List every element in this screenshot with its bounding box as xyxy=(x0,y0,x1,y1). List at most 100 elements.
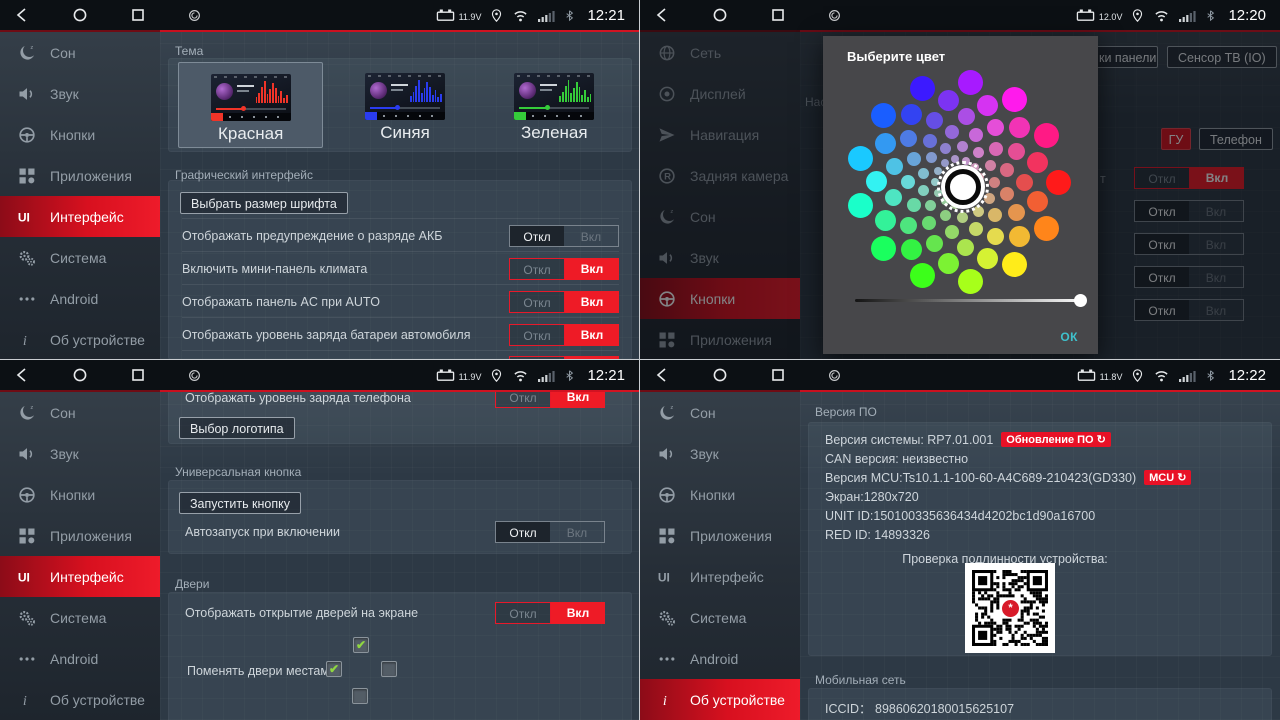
color-dot[interactable] xyxy=(901,175,915,189)
sidebar-item-system[interactable]: Система xyxy=(0,237,160,278)
color-dot[interactable] xyxy=(926,152,937,163)
color-dot[interactable] xyxy=(886,158,903,175)
color-dot[interactable] xyxy=(938,90,959,111)
color-dot[interactable] xyxy=(900,130,917,147)
sidebar-item-wheel[interactable]: Кнопки xyxy=(0,474,160,515)
color-dot[interactable] xyxy=(931,178,939,186)
home-icon[interactable] xyxy=(712,367,728,383)
color-dot[interactable] xyxy=(940,210,951,221)
toggle-on[interactable]: ОтклВкл xyxy=(509,356,619,359)
color-dot[interactable] xyxy=(918,185,929,196)
sidebar-item-sleep[interactable]: zСон xyxy=(0,32,160,73)
sidebar-item-system[interactable]: Система xyxy=(0,597,160,638)
sidebar-item-sleep[interactable]: zСон xyxy=(640,392,800,433)
color-dot[interactable] xyxy=(987,228,1004,245)
recents-icon[interactable] xyxy=(770,7,786,23)
ok-button[interactable]: ОК xyxy=(1060,330,1078,344)
sidebar-item-sound[interactable]: Звук xyxy=(0,73,160,114)
color-dot[interactable] xyxy=(901,104,922,125)
back-icon[interactable] xyxy=(14,367,30,383)
color-dot[interactable] xyxy=(900,217,917,234)
color-dot[interactable] xyxy=(962,157,970,165)
color-dot[interactable] xyxy=(1002,87,1027,112)
sidebar-item-android[interactable]: Android xyxy=(640,638,800,679)
door-front-checked[interactable]: ✔ xyxy=(353,637,369,653)
toggle-on[interactable]: ОтклВкл xyxy=(509,324,619,346)
color-dot[interactable] xyxy=(1016,174,1033,191)
color-dot[interactable] xyxy=(989,142,1003,156)
color-dot[interactable] xyxy=(958,269,983,294)
sidebar-item-sound[interactable]: Звук xyxy=(0,433,160,474)
color-dot[interactable] xyxy=(977,248,998,269)
color-dot[interactable] xyxy=(977,95,998,116)
sidebar-item-about[interactable]: iОб устройстве xyxy=(640,679,800,720)
recents-icon[interactable] xyxy=(770,367,786,383)
color-dot[interactable] xyxy=(1009,117,1030,138)
color-dot[interactable] xyxy=(988,208,1002,222)
color-dot[interactable] xyxy=(1008,204,1025,221)
toggle-off[interactable]: ОтклВкл xyxy=(495,521,605,543)
color-dot[interactable] xyxy=(918,168,929,179)
color-dot[interactable] xyxy=(958,108,975,125)
brightness-slider-track[interactable] xyxy=(855,299,1085,302)
toggle-off-option[interactable]: Откл xyxy=(509,356,565,359)
color-dot[interactable] xyxy=(957,212,968,223)
color-dot[interactable] xyxy=(934,167,942,175)
toggle-on-option[interactable]: Вкл xyxy=(564,226,618,246)
home-icon[interactable] xyxy=(712,7,728,23)
toggle-on-option[interactable]: Вкл xyxy=(551,602,605,624)
recents-icon[interactable] xyxy=(130,7,146,23)
toggle-on-option[interactable]: Вкл xyxy=(565,258,619,280)
toggle-on[interactable]: ОтклВкл xyxy=(509,258,619,280)
toggle-on-option[interactable]: Вкл xyxy=(565,291,619,313)
sidebar-item-wheel[interactable]: Кнопки xyxy=(640,474,800,515)
color-dot[interactable] xyxy=(871,103,896,128)
theme-option-blue[interactable]: Синяя xyxy=(333,58,476,152)
color-dot[interactable] xyxy=(875,210,896,231)
sidebar-item-apps[interactable]: Приложения xyxy=(640,515,800,556)
toggle-off-option[interactable]: Откл xyxy=(509,324,565,346)
app-icon[interactable] xyxy=(828,369,841,382)
color-dot[interactable] xyxy=(926,112,943,129)
color-dot[interactable] xyxy=(971,163,979,171)
color-dot[interactable] xyxy=(1046,170,1071,195)
color-dot[interactable] xyxy=(875,133,896,154)
color-dot[interactable] xyxy=(941,159,949,167)
color-dot[interactable] xyxy=(910,263,935,288)
home-icon[interactable] xyxy=(72,367,88,383)
sidebar-item-about[interactable]: iОб устройстве xyxy=(0,679,160,720)
color-dot[interactable] xyxy=(922,216,936,230)
color-dot[interactable] xyxy=(945,225,959,239)
color-dot[interactable] xyxy=(940,143,951,154)
sidebar-item-ui[interactable]: UIИнтерфейс xyxy=(0,196,160,237)
color-dot[interactable] xyxy=(989,177,1000,188)
toggle-off-option[interactable]: Откл xyxy=(495,602,551,624)
color-dot[interactable] xyxy=(938,253,959,274)
font-size-button[interactable]: Выбрать размер шрифта xyxy=(180,192,348,214)
sidebar-item-android[interactable]: Android xyxy=(0,638,160,679)
app-icon[interactable] xyxy=(188,369,201,382)
color-dot[interactable] xyxy=(1009,226,1030,247)
door-right-unchecked[interactable] xyxy=(381,661,397,677)
sidebar-item-system[interactable]: Система xyxy=(640,597,800,638)
back-icon[interactable] xyxy=(654,7,670,23)
door-left-checked[interactable]: ✔ xyxy=(326,661,342,677)
toggle-on-option[interactable]: Вкл xyxy=(550,522,604,542)
theme-option-green[interactable]: Зеленая xyxy=(483,58,626,152)
color-dot[interactable] xyxy=(1034,123,1059,148)
sidebar-item-apps[interactable]: Приложения xyxy=(0,515,160,556)
sidebar-item-android[interactable]: Android xyxy=(0,278,160,319)
color-dot[interactable] xyxy=(885,189,902,206)
color-dot[interactable] xyxy=(934,189,942,197)
color-dot[interactable] xyxy=(907,152,921,166)
toggle-off-option[interactable]: Откл xyxy=(509,291,565,313)
sidebar-item-ui[interactable]: UIИнтерфейс xyxy=(0,556,160,597)
color-dot[interactable] xyxy=(941,197,949,205)
color-dot[interactable] xyxy=(984,193,995,204)
color-dot[interactable] xyxy=(871,236,896,261)
toggle-on[interactable]: ОтклВкл xyxy=(495,392,605,408)
color-dot[interactable] xyxy=(951,155,959,163)
sidebar-item-sleep[interactable]: zСон xyxy=(0,392,160,433)
toggle-off[interactable]: ОтклВкл xyxy=(509,225,619,247)
software-update-badge[interactable]: Обновление ПО↻ xyxy=(1001,432,1111,447)
